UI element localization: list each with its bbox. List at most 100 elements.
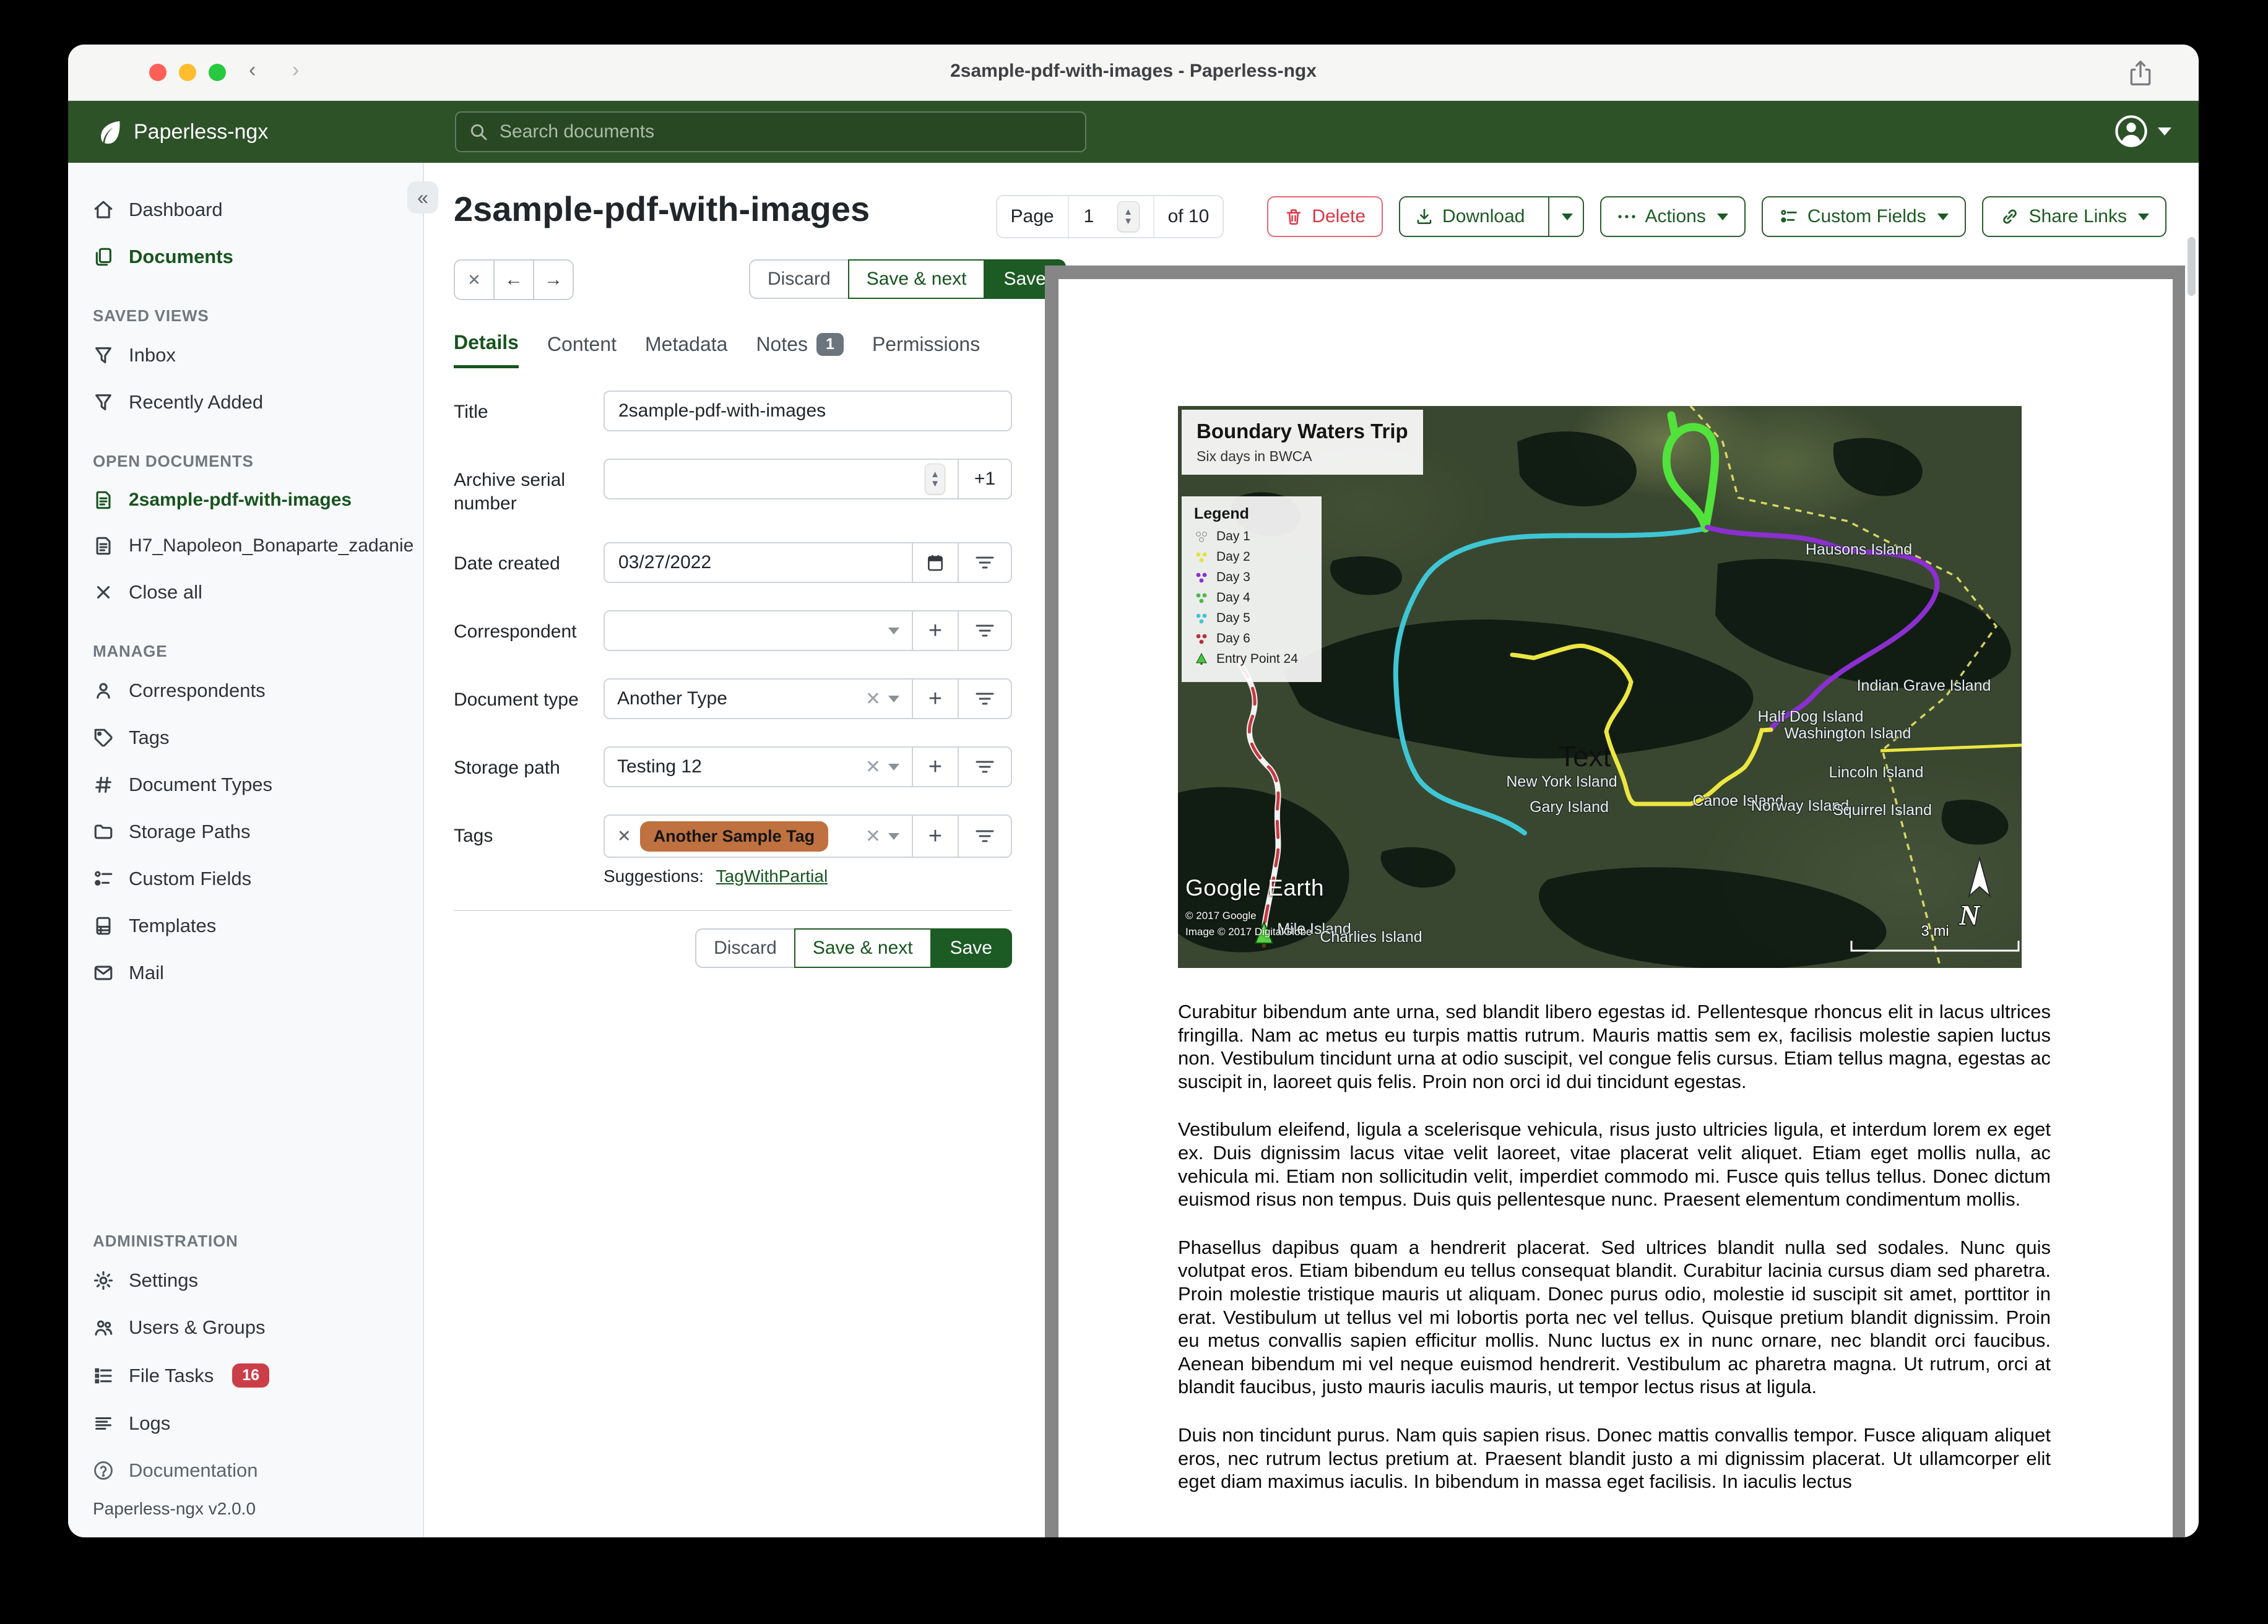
- window-title: 2sample-pdf-with-images - Paperless-ngx: [950, 61, 1317, 81]
- file-text-icon: [96, 537, 111, 555]
- sidebar-item-templates[interactable]: Templates: [68, 902, 423, 949]
- sidebar-item-logs[interactable]: Logs: [68, 1400, 423, 1447]
- delete-button[interactable]: Delete: [1267, 196, 1383, 237]
- share-icon[interactable]: [2127, 58, 2154, 91]
- scrollbar-thumb[interactable]: [2188, 237, 2196, 296]
- page-stepper[interactable]: ▲ ▼: [1117, 201, 1140, 232]
- calendar-icon: [928, 555, 943, 571]
- tab-metadata[interactable]: Metadata: [645, 333, 727, 367]
- tab-notes[interactable]: Notes 1: [756, 332, 844, 367]
- logs-icon: [95, 1417, 111, 1430]
- suggestion-link[interactable]: TagWithPartial: [716, 866, 828, 886]
- plus-icon: +: [928, 686, 943, 712]
- page-number-input[interactable]: [1082, 205, 1110, 228]
- custom-fields-button[interactable]: Custom Fields: [1761, 196, 1966, 237]
- clear-icon[interactable]: ✕: [865, 756, 881, 778]
- sidebar-item-document-types[interactable]: Document Types: [68, 761, 423, 808]
- save-next-button[interactable]: Save & next: [794, 928, 932, 968]
- pdf-page: Hausons Island Indian Grave Island Half …: [1058, 279, 2173, 1537]
- download-dropdown-toggle[interactable]: [1548, 197, 1583, 236]
- discard-button[interactable]: Discard: [695, 928, 794, 968]
- remove-tag-icon[interactable]: ✕: [617, 827, 631, 846]
- tags-select[interactable]: ✕ Another Sample Tag ✕: [605, 816, 912, 857]
- asn-stepper[interactable]: ▲ ▼: [925, 464, 945, 495]
- sidebar-item-mail[interactable]: Mail: [68, 949, 423, 996]
- title-input[interactable]: [617, 400, 998, 422]
- clear-icon[interactable]: ✕: [865, 826, 881, 847]
- asn-input[interactable]: [617, 468, 918, 490]
- sidebar-item-documents[interactable]: Documents: [68, 233, 423, 280]
- document-type-filter-button[interactable]: [958, 680, 1011, 718]
- asn-next-button[interactable]: +1: [958, 460, 1011, 498]
- sidebar-item-storage-paths[interactable]: Storage Paths: [68, 808, 423, 855]
- date-created-input[interactable]: [617, 551, 899, 574]
- save-button[interactable]: Save: [931, 928, 1012, 968]
- filter-icon: [976, 624, 994, 637]
- tags-filter-button[interactable]: [958, 816, 1011, 857]
- storage-path-filter-button[interactable]: [958, 748, 1011, 786]
- page-number-control[interactable]: ▲▼: [1067, 196, 1153, 237]
- close-document-button[interactable]: ✕: [455, 261, 493, 299]
- discard-button[interactable]: Discard: [749, 259, 848, 299]
- previous-document-button[interactable]: ←: [493, 261, 533, 299]
- suggestions-label: Suggestions:: [604, 866, 704, 886]
- pdf-paragraph: Curabitur bibendum ante urna, sed blandi…: [1178, 1001, 2051, 1092]
- entry-point-icon: [1196, 652, 1207, 665]
- sidebar-item-tags[interactable]: Tags: [68, 714, 423, 761]
- sidebar-item-close-all[interactable]: Close all: [68, 569, 423, 616]
- caret-down-icon: [1716, 213, 1728, 220]
- sidebar-item-documentation[interactable]: Documentation: [68, 1447, 423, 1494]
- sidebar-item-open-doc-1[interactable]: 2sample-pdf-with-images: [68, 477, 423, 523]
- document-type-select[interactable]: Another Type ✕: [605, 680, 912, 718]
- tab-permissions[interactable]: Permissions: [872, 333, 980, 367]
- storage-path-select[interactable]: Testing 12 ✕: [605, 748, 912, 786]
- sidebar-item-inbox[interactable]: Inbox: [68, 332, 423, 379]
- correspondent-add-button[interactable]: +: [912, 611, 958, 650]
- tag-icon: [94, 728, 113, 747]
- sidebar-item-custom-fields[interactable]: Custom Fields: [68, 855, 423, 902]
- close-icon: [97, 585, 110, 599]
- date-picker-button[interactable]: [912, 543, 958, 582]
- sidebar-item-open-doc-2[interactable]: H7_Napoleon_Bonaparte_zadanie: [68, 523, 423, 569]
- date-filter-button[interactable]: [958, 543, 1011, 582]
- sidebar-item-correspondents[interactable]: Correspondents: [68, 667, 423, 714]
- scale-label: 3 mi: [1921, 923, 1949, 939]
- search-bar[interactable]: [455, 111, 1086, 152]
- user-menu[interactable]: [2114, 114, 2171, 148]
- document-type-add-button[interactable]: +: [912, 680, 958, 718]
- filter-icon: [976, 693, 994, 705]
- brand[interactable]: Paperless-ngx: [95, 118, 268, 146]
- clear-icon[interactable]: ✕: [865, 688, 881, 710]
- correspondent-filter-button[interactable]: [958, 611, 1011, 650]
- discard-label: Discard: [714, 938, 777, 958]
- sidebar-label: Tags: [129, 727, 170, 748]
- next-document-button[interactable]: →: [533, 261, 573, 299]
- sidebar-item-users-groups[interactable]: Users & Groups: [68, 1304, 423, 1351]
- search-input[interactable]: [498, 121, 1073, 143]
- tags-add-button[interactable]: +: [912, 816, 958, 857]
- pdf-preview-pane[interactable]: Hausons Island Indian Grave Island Half …: [1045, 266, 2185, 1537]
- sidebar-label: Mail: [129, 962, 164, 983]
- legend-item: Day 1: [1194, 529, 1309, 544]
- copyright-line-2: Image © 2017 DigitalGlobe: [1185, 926, 1312, 938]
- sidebar-collapse-button[interactable]: «: [407, 181, 438, 214]
- save-label: Save: [1003, 269, 1046, 289]
- sidebar-item-file-tasks[interactable]: File Tasks 16: [68, 1351, 423, 1400]
- tag-chip[interactable]: Another Sample Tag: [639, 821, 829, 852]
- sidebar-item-recently-added[interactable]: Recently Added: [68, 379, 423, 426]
- sidebar-item-settings[interactable]: Settings: [68, 1257, 423, 1304]
- sidebar-item-dashboard[interactable]: Dashboard: [68, 186, 423, 233]
- sidebar-label: 2sample-pdf-with-images: [129, 490, 352, 510]
- tab-details[interactable]: Details: [454, 331, 519, 368]
- save-next-label: Save & next: [866, 269, 967, 289]
- download-button[interactable]: Download: [1399, 196, 1585, 237]
- custom-fields-label: Custom Fields: [1807, 206, 1926, 227]
- save-next-button[interactable]: Save & next: [847, 259, 985, 299]
- folder-icon: [94, 824, 113, 839]
- compass-n: N: [1959, 899, 1981, 931]
- share-links-button[interactable]: Share Links: [1981, 196, 2166, 237]
- correspondent-select[interactable]: [605, 611, 912, 650]
- tab-content[interactable]: Content: [547, 333, 617, 367]
- storage-path-add-button[interactable]: +: [912, 748, 958, 786]
- actions-button[interactable]: Actions: [1600, 196, 1746, 237]
